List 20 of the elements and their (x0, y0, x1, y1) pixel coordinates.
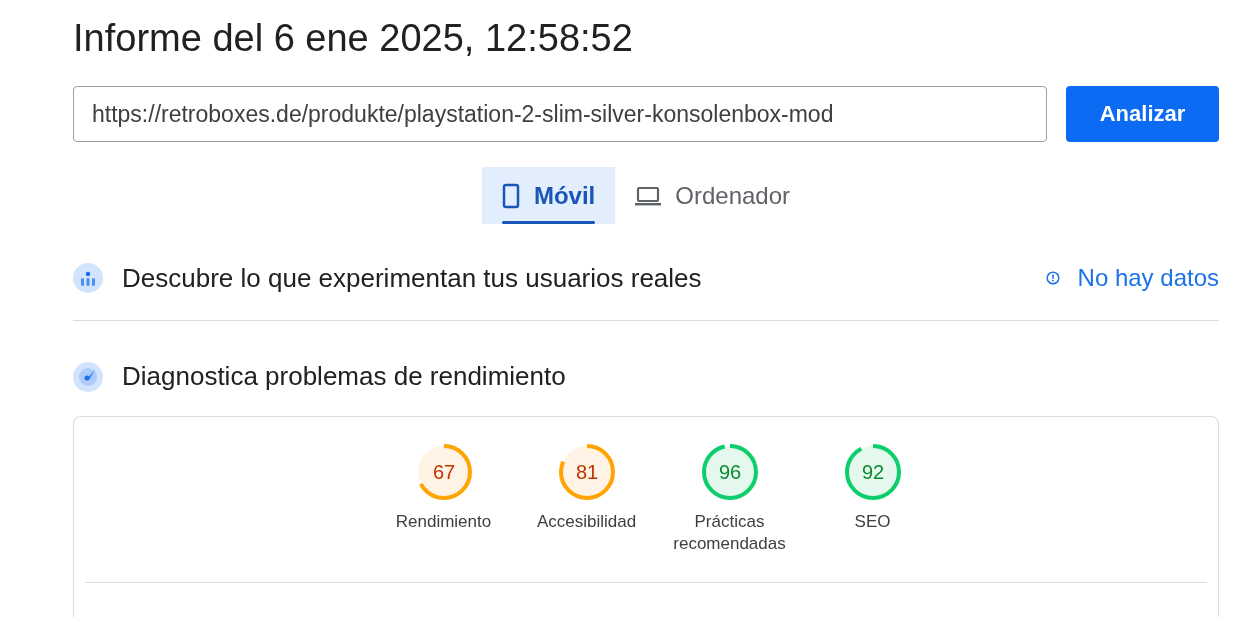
phone-icon (501, 182, 520, 209)
no-data-link[interactable]: No hay datos (1045, 264, 1219, 292)
device-tab[interactable]: Ordenador (615, 167, 811, 224)
section-title: Diagnostica problemas de rendimiento (122, 361, 566, 392)
score-gauge: 81 (557, 443, 616, 501)
section-title: Descubre lo que experimentan tus usuarios reales (122, 262, 703, 295)
laptop-icon (635, 185, 662, 206)
report-title: Informe del 6 ene 2025, 12:58:52 (73, 16, 634, 61)
info-icon (1045, 271, 1060, 285)
score-label: SEO (854, 511, 891, 533)
users-icon (73, 263, 103, 293)
gauge-icon (73, 361, 103, 392)
score-label: Rendimiento (395, 511, 492, 533)
score-label: Accesibilidad (536, 511, 637, 533)
score-gauge: 92 (843, 443, 902, 501)
analyze-button[interactable]: Analizar (1066, 86, 1219, 142)
score-gauge: 96 (700, 443, 759, 501)
score-label: Prácticas recomendadas (672, 511, 787, 555)
url-field[interactable]: https://retroboxes.de/produkte/playstation-2-slim-silver-konsolenbox-mod (73, 86, 1047, 142)
device-tab[interactable]: Móvil (481, 167, 616, 224)
